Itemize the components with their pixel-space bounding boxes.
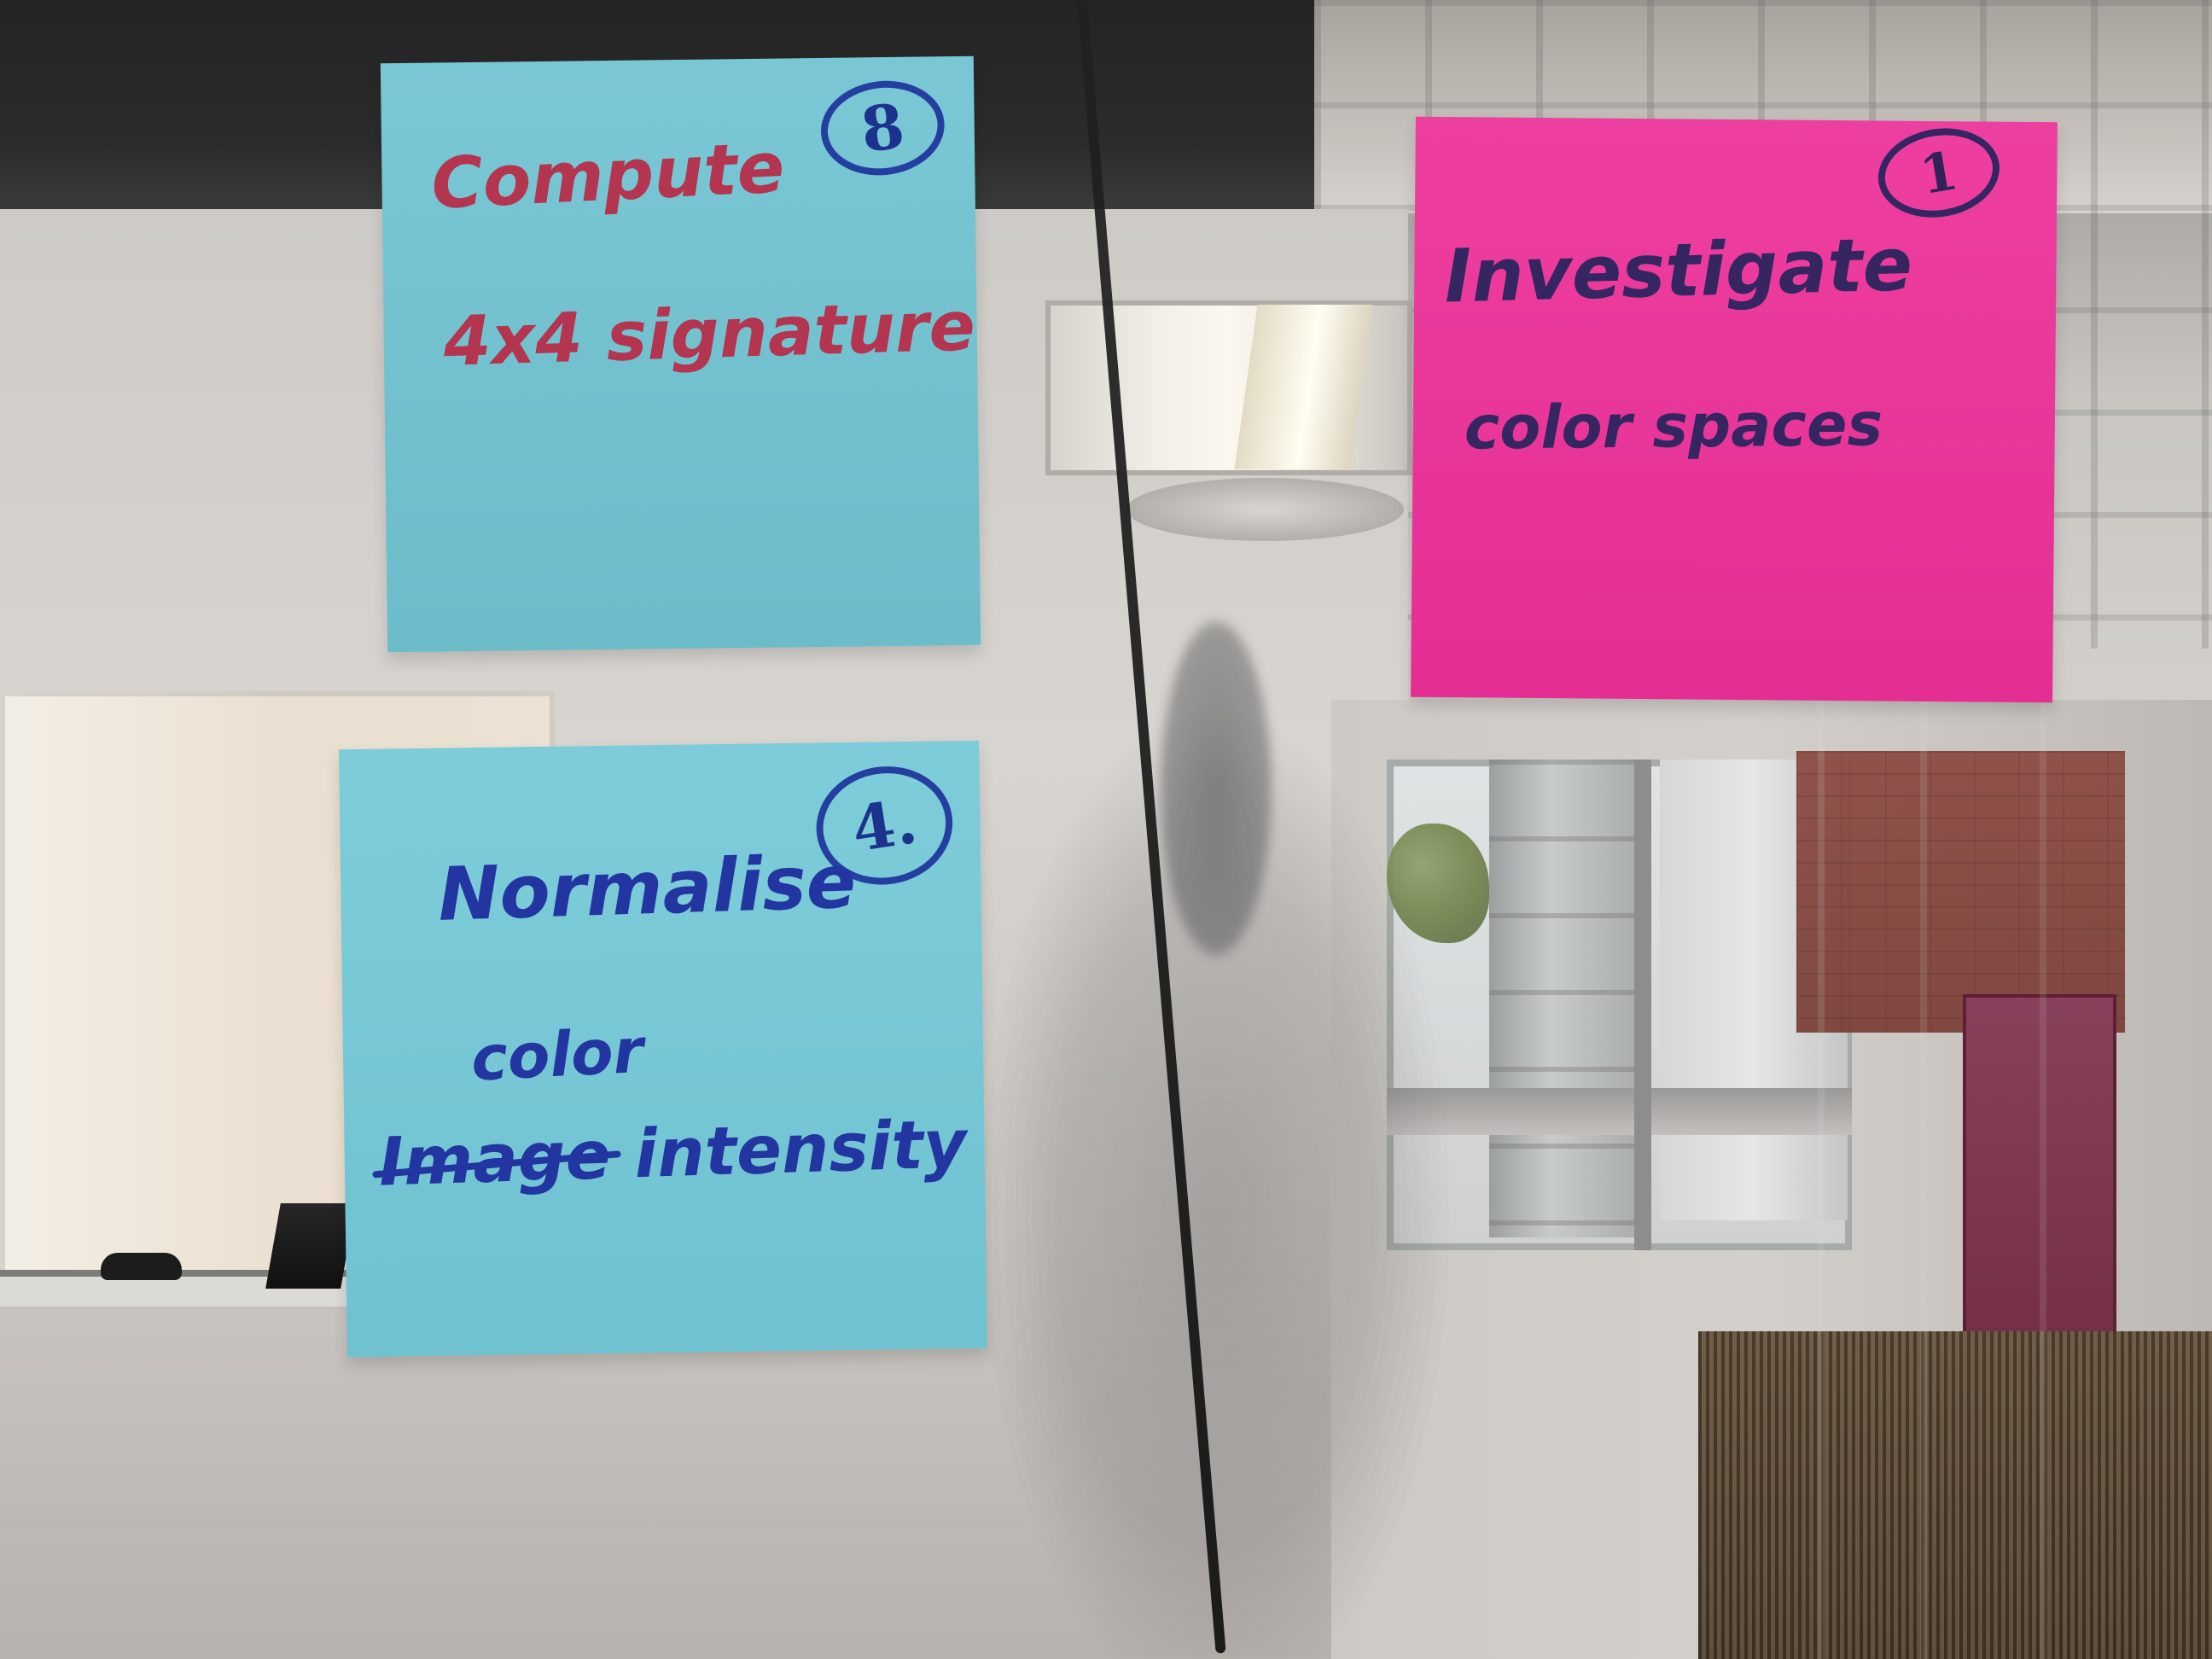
outside-building <box>1489 760 1643 1237</box>
investigate-title: Investigate <box>1443 222 1914 320</box>
crossed-out-word: Image <box>377 1117 612 1202</box>
compute-title: Compute <box>429 127 787 225</box>
office-glass-photo: 8 Compute 4x4 signature 4. Normalise col… <box>0 0 2212 1659</box>
compute-subtitle: 4x4 signature <box>442 286 976 381</box>
sticky-note-investigate: 1 Investigate color spaces <box>1411 116 2058 703</box>
normalise-title: Normalise <box>436 839 858 938</box>
priority-circle-compute: 8 <box>815 74 950 183</box>
corridor-glass-panels <box>1818 700 2212 1659</box>
person-reflection <box>926 597 1506 1659</box>
ceiling-light-panel <box>1234 305 1373 469</box>
normalise-line-color: color <box>469 1014 645 1095</box>
priority-number-compute: 8 <box>857 89 909 166</box>
window-frame-vertical <box>1634 760 1651 1250</box>
sticky-note-compute: 8 Compute 4x4 signature <box>380 55 981 653</box>
priority-circle-investigate: 1 <box>1871 119 2006 227</box>
ceiling-vent <box>1126 478 1404 541</box>
normalise-line-intensity: Image intensity <box>377 1106 967 1202</box>
priority-number-investigate: 1 <box>1915 138 1963 207</box>
investigate-subtitle: color spaces <box>1464 389 1883 463</box>
desk-phone <box>101 1253 182 1280</box>
desk-monitor <box>265 1203 356 1289</box>
intensity-word: intensity <box>632 1106 968 1194</box>
sticky-note-normalise: 4. Normalise color Image intensity <box>339 740 987 1358</box>
